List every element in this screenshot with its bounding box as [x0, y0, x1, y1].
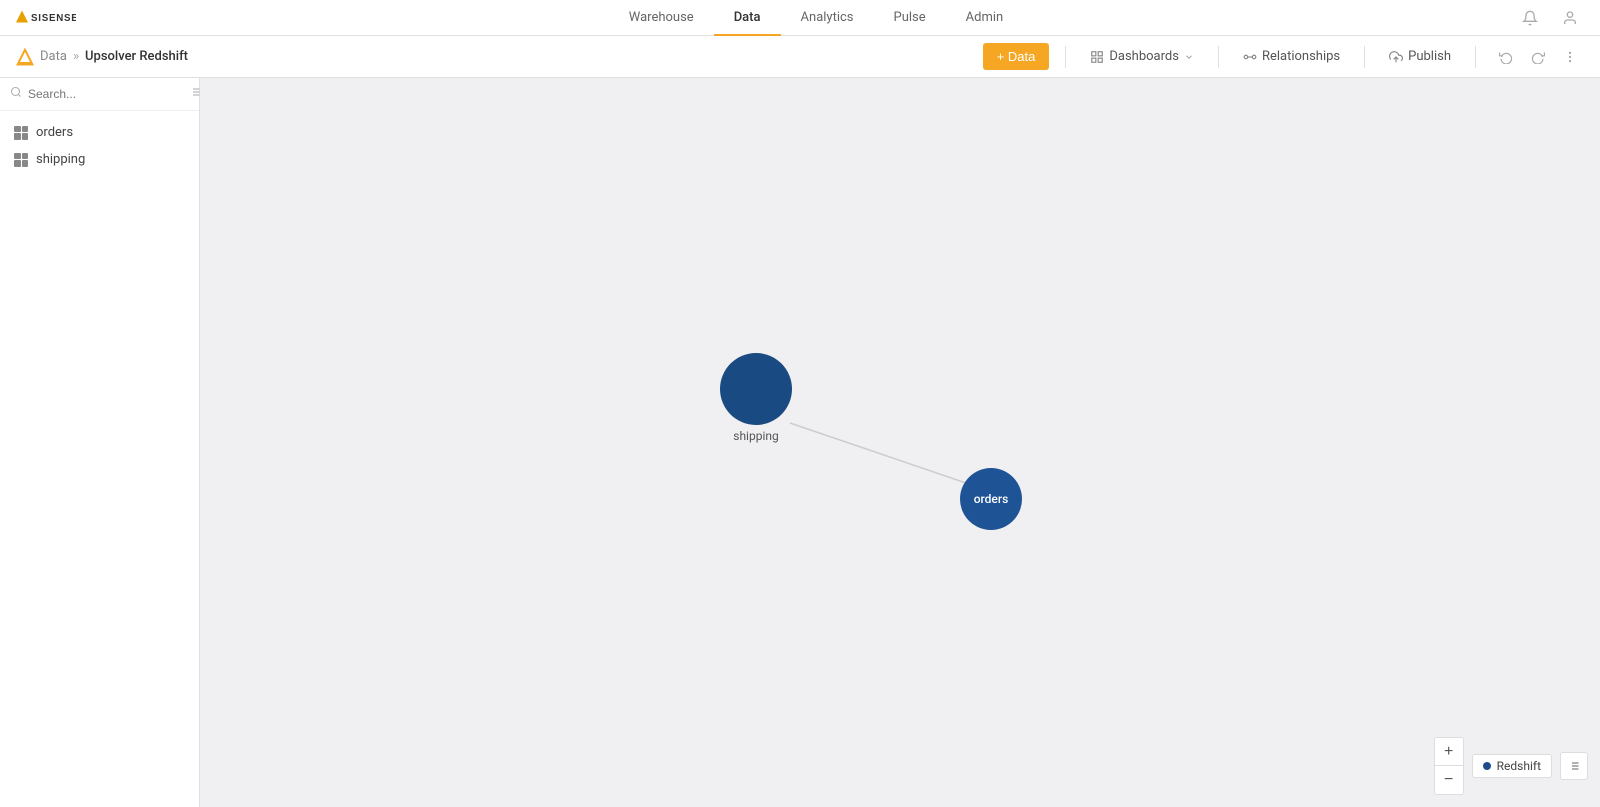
sidebar-item-shipping-label: shipping — [36, 152, 85, 167]
breadcrumb-data-icon — [16, 48, 34, 66]
redshift-dot-icon — [1483, 762, 1491, 770]
sidebar-item-orders[interactable]: orders — [0, 119, 199, 146]
search-input[interactable] — [28, 87, 183, 101]
logo: SISENSE — [16, 9, 76, 27]
dashboards-chevron-icon — [1184, 52, 1194, 62]
canvas-area[interactable]: shipping orders + − Redshift — [200, 78, 1600, 807]
nav-item-data[interactable]: Data — [714, 0, 781, 36]
more-options-button[interactable] — [1556, 43, 1584, 71]
top-navigation: SISENSE Warehouse Data Analytics Pulse A… — [0, 0, 1600, 36]
toolbar-separator-3 — [1364, 46, 1365, 68]
toolbar-separator-1 — [1065, 46, 1066, 68]
graph-node-orders[interactable]: orders — [960, 468, 1022, 530]
dashboards-label: Dashboards — [1109, 49, 1179, 64]
sidebar-item-shipping[interactable]: shipping — [0, 146, 199, 173]
dashboards-icon — [1090, 50, 1104, 64]
redshift-badge[interactable]: Redshift — [1472, 754, 1552, 778]
publish-label: Publish — [1408, 49, 1451, 64]
add-data-button[interactable]: + Data — [983, 43, 1050, 70]
schema-list-button[interactable] — [1560, 752, 1588, 780]
nav-right-icons — [1516, 4, 1584, 32]
undo-button[interactable] — [1492, 43, 1520, 71]
relationships-button[interactable]: Relationships — [1235, 39, 1348, 75]
relationships-label: Relationships — [1262, 49, 1340, 64]
nav-items: Warehouse Data Analytics Pulse Admin — [116, 0, 1516, 36]
breadcrumb-data: Data — [40, 49, 67, 64]
shipping-node-circle[interactable] — [720, 353, 792, 425]
orders-node-circle[interactable]: orders — [960, 468, 1022, 530]
sidebar: orders shipping — [0, 78, 200, 807]
publish-button[interactable]: Publish — [1381, 39, 1459, 75]
dashboards-button[interactable]: Dashboards — [1082, 39, 1202, 75]
orders-node-text: orders — [974, 492, 1009, 506]
user-icon[interactable] — [1556, 4, 1584, 32]
graph-svg — [200, 78, 1600, 807]
zoom-in-button[interactable]: + — [1435, 738, 1463, 766]
nav-item-warehouse[interactable]: Warehouse — [609, 0, 714, 36]
breadcrumb: Data » Upsolver Redshift — [16, 48, 188, 66]
nav-item-admin[interactable]: Admin — [946, 0, 1024, 36]
graph-container: shipping orders — [200, 78, 1600, 807]
shipping-node-label: shipping — [733, 429, 778, 443]
relationships-icon — [1243, 50, 1257, 64]
toolbar: Data » Upsolver Redshift + Data Dashboar… — [0, 36, 1600, 78]
graph-node-shipping[interactable]: shipping — [720, 353, 792, 443]
shipping-table-icon — [14, 153, 28, 167]
toolbar-separator-4 — [1475, 46, 1476, 68]
main-layout: orders shipping shipping — [0, 78, 1600, 807]
logo-text: SISENSE — [31, 13, 76, 24]
redshift-label: Redshift — [1497, 759, 1541, 773]
sidebar-items-list: orders shipping — [0, 111, 199, 181]
notifications-icon[interactable] — [1516, 4, 1544, 32]
nav-item-pulse[interactable]: Pulse — [874, 0, 946, 36]
sisense-logo-icon: SISENSE — [16, 9, 76, 27]
publish-icon — [1389, 50, 1403, 64]
orders-table-icon — [14, 126, 28, 140]
breadcrumb-current: Upsolver Redshift — [85, 49, 188, 64]
sidebar-search-icon — [10, 86, 22, 102]
toolbar-actions-right — [1492, 43, 1584, 71]
sidebar-item-orders-label: orders — [36, 125, 73, 140]
toolbar-separator-2 — [1218, 46, 1219, 68]
nav-item-analytics[interactable]: Analytics — [781, 0, 874, 36]
zoom-out-button[interactable]: − — [1435, 766, 1463, 794]
sidebar-search-bar — [0, 78, 199, 111]
zoom-controls: + − — [1434, 737, 1464, 795]
redo-button[interactable] — [1524, 43, 1552, 71]
breadcrumb-separator: » — [73, 49, 79, 64]
bottom-bar: + − Redshift — [1434, 737, 1588, 795]
